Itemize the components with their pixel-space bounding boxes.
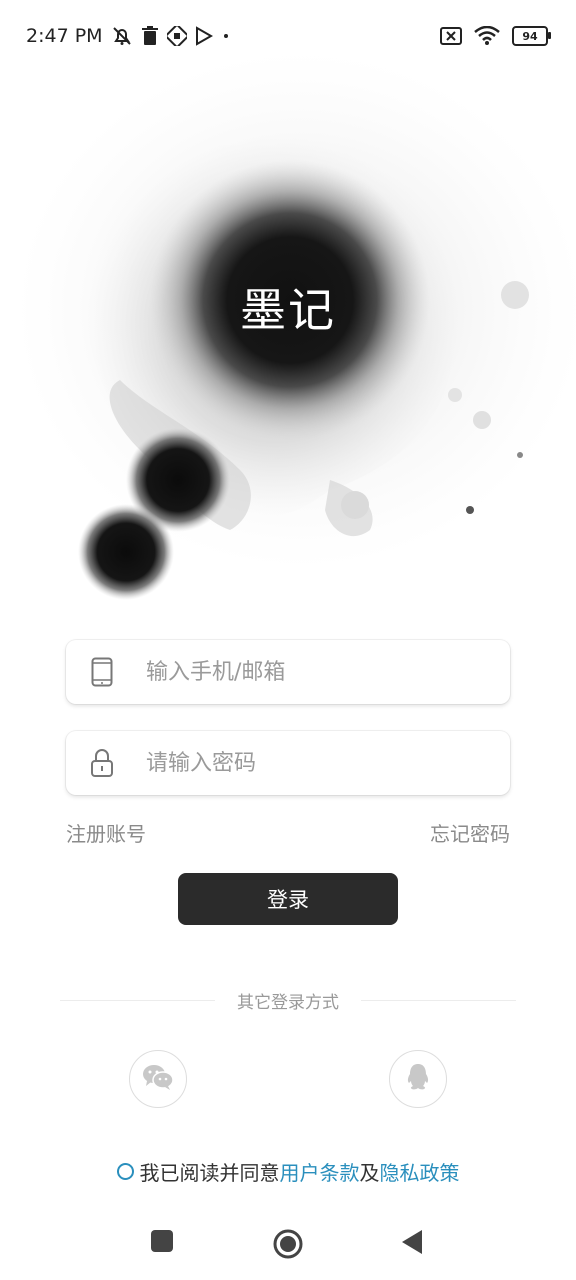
phone-icon [90,657,114,687]
status-left: 2:47 PM [26,25,231,47]
password-input[interactable] [144,749,488,777]
register-link[interactable]: 注册账号 [66,818,146,847]
battery-indicator: 94 [512,26,551,46]
play-store-icon [195,26,213,46]
back-icon[interactable] [400,1229,424,1259]
agreement-checkbox[interactable] [116,1163,134,1180]
status-right: 94 [440,26,551,46]
app-notification-icon [166,26,187,46]
phone-email-field[interactable] [66,640,510,704]
divider-line-right [361,1000,516,1001]
phone-email-input[interactable] [144,658,488,686]
qq-icon [405,1062,431,1096]
agreement-connector: 及 [359,1161,380,1185]
lock-icon [90,748,114,778]
mute-bell-icon [111,25,133,47]
divider-line-left [60,1000,215,1001]
wechat-login-button[interactable] [129,1050,187,1108]
agreement-prefix: 我已阅读并同意 [139,1161,280,1185]
qq-login-button[interactable] [389,1050,447,1108]
wifi-icon [474,26,500,46]
trash-icon [141,26,159,46]
system-nav-bar [0,1215,576,1275]
other-login-label: 其它登录方式 [237,993,339,1013]
recent-apps-icon[interactable] [150,1229,174,1257]
ink-splash-hero: 墨记 [0,50,576,610]
agreement-row: 我已阅读并同意 用户条款 及 隐私政策 [0,1157,576,1186]
forgot-password-link[interactable]: 忘记密码 [430,818,510,847]
no-sim-icon [440,27,462,45]
status-time: 2:47 PM [26,25,103,47]
password-field[interactable] [66,731,510,795]
other-login-divider: 其它登录方式 [60,988,516,1013]
home-icon[interactable] [272,1228,304,1264]
privacy-link[interactable]: 隐私政策 [380,1157,460,1186]
wechat-icon [142,1063,174,1095]
login-button[interactable]: 登录 [178,873,398,925]
more-notifications-icon [221,31,231,41]
account-links: 注册账号 忘记密码 [66,818,510,847]
app-title: 墨记 [240,283,336,337]
terms-link[interactable]: 用户条款 [280,1157,360,1186]
